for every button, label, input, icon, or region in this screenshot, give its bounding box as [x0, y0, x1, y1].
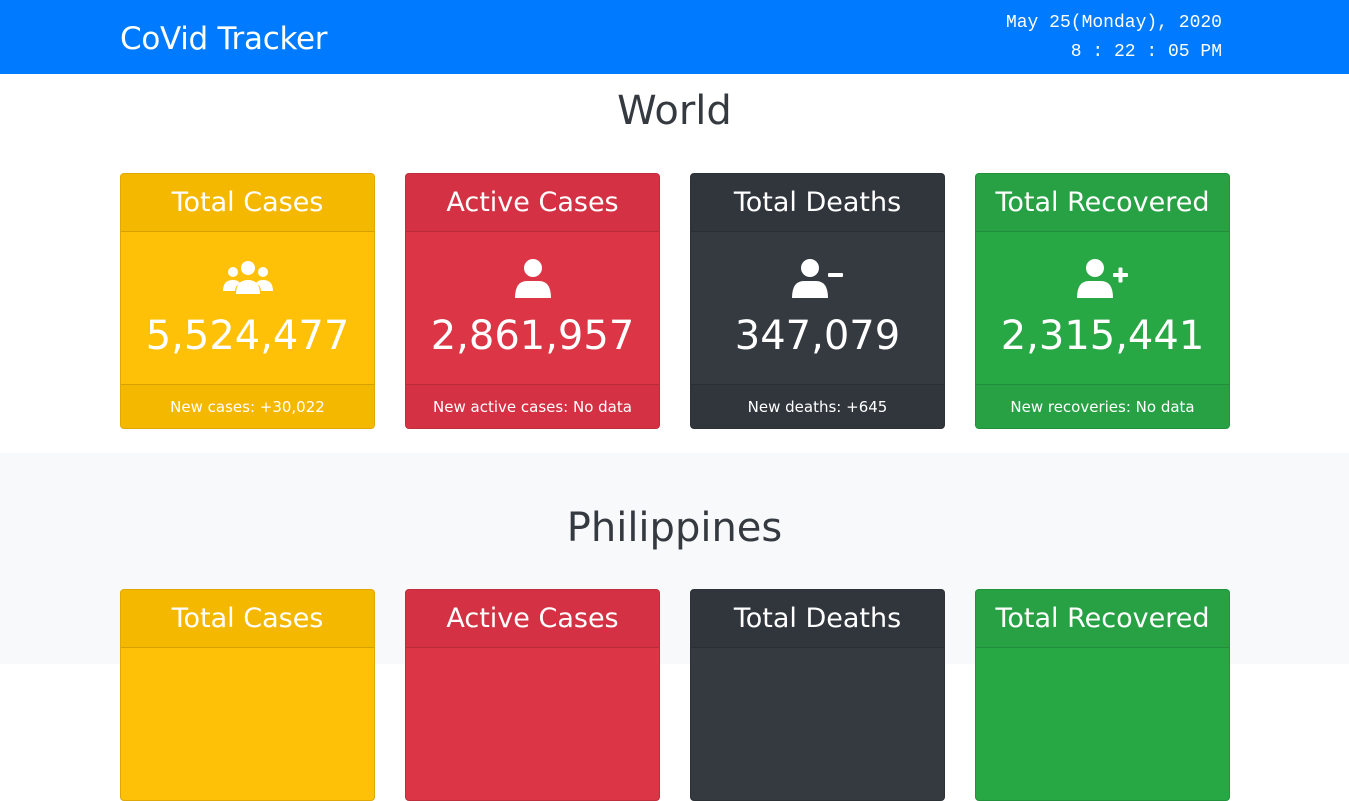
card-title: Total Deaths: [691, 174, 944, 232]
card-value: 347,079: [734, 313, 901, 359]
card-value: 2,315,441: [1000, 313, 1205, 359]
card-body: 2,861,957: [406, 232, 659, 384]
card-value: 2,861,957: [430, 313, 635, 359]
brand-link[interactable]: CoVid Tracker: [120, 20, 328, 58]
card-title: Active Cases: [406, 174, 659, 232]
card-title: Total Cases: [121, 174, 374, 232]
navbar: CoVid Tracker May 25(Monday), 2020 8 : 2…: [0, 0, 1349, 74]
card-title: Total Recovered: [976, 590, 1229, 648]
card-footer: New recoveries: No data: [976, 384, 1229, 428]
card-title: Total Deaths: [691, 590, 944, 648]
world-total-deaths-card: Total Deaths 347,079 New deaths: +645: [690, 173, 945, 429]
clock-time: 8 : 22 : 05 PM: [1070, 42, 1222, 62]
user-plus-icon: [976, 258, 1229, 302]
philippines-section-title: Philippines: [566, 505, 783, 551]
card-body: [406, 648, 659, 800]
card-body: 347,079: [691, 232, 944, 384]
clock-date: May 25(Monday), 2020: [1005, 13, 1222, 33]
world-section-title: World: [617, 88, 732, 134]
clock: May 25(Monday), 2020 8 : 22 : 05 PM: [1006, 9, 1222, 67]
ph-total-cases-card: Total Cases: [120, 589, 375, 801]
card-value: 5,524,477: [145, 313, 350, 359]
ph-total-deaths-card: Total Deaths: [690, 589, 945, 801]
card-body: [976, 648, 1229, 800]
user-minus-icon: [691, 258, 944, 302]
world-total-cases-card: Total Cases 5,524,477 New cases: +30,022: [120, 173, 375, 429]
card-body: 2,315,441: [976, 232, 1229, 384]
card-body: [691, 648, 944, 800]
card-title: Total Recovered: [976, 174, 1229, 232]
card-body: 5,524,477: [121, 232, 374, 384]
ph-total-recovered-card: Total Recovered: [975, 589, 1230, 801]
card-title: Active Cases: [406, 590, 659, 648]
ph-active-cases-card: Active Cases: [405, 589, 660, 801]
card-footer: New active cases: No data: [406, 384, 659, 428]
world-active-cases-card: Active Cases 2,861,957 New active cases:…: [405, 173, 660, 429]
card-body: [121, 648, 374, 800]
card-footer: New deaths: +645: [691, 384, 944, 428]
users-icon: [121, 258, 374, 302]
card-title: Total Cases: [121, 590, 374, 648]
card-footer: New cases: +30,022: [121, 384, 374, 428]
world-total-recovered-card: Total Recovered 2,315,441 New recoveries…: [975, 173, 1230, 429]
user-icon: [406, 258, 659, 302]
